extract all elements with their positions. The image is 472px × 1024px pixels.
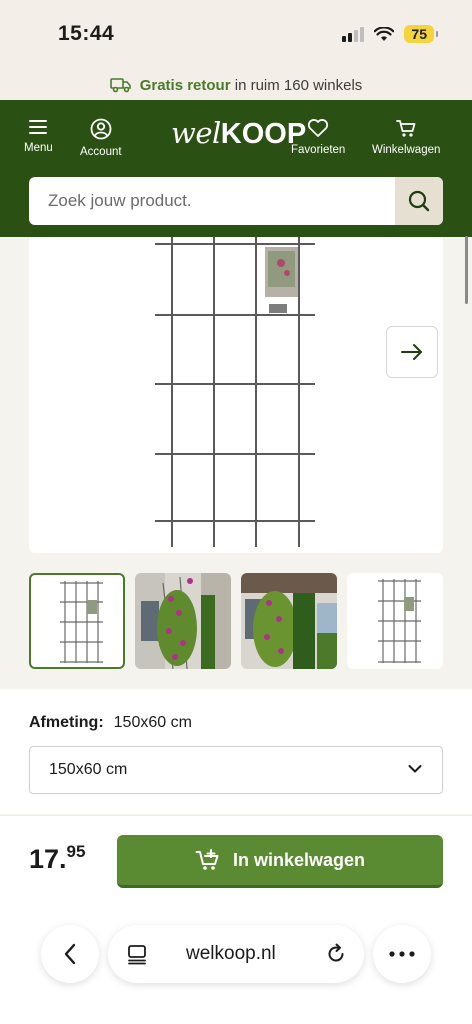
reload-icon[interactable] bbox=[324, 942, 348, 966]
size-value: 150x60 cm bbox=[113, 714, 192, 731]
status-time: 15:44 bbox=[58, 22, 115, 45]
status-bar: 15:44 75 bbox=[0, 0, 472, 70]
search-bar bbox=[29, 177, 443, 225]
address-bar[interactable]: welkoop.nl bbox=[108, 925, 364, 983]
product-options: Afmeting: 150x60 cm 150x60 cm bbox=[0, 689, 472, 814]
battery-indicator: 75 bbox=[404, 25, 438, 43]
more-icon bbox=[389, 951, 415, 957]
account-icon bbox=[90, 118, 112, 140]
thumbnail-4[interactable] bbox=[347, 573, 443, 669]
price-main: 17. bbox=[29, 844, 67, 874]
price-cents: 95 bbox=[66, 842, 86, 861]
thumbnail-3[interactable] bbox=[241, 573, 337, 669]
search-button[interactable] bbox=[395, 177, 443, 225]
wifi-icon bbox=[374, 26, 395, 41]
promo-text: in ruim 160 winkels bbox=[234, 76, 363, 94]
product-image-gallery[interactable] bbox=[29, 237, 443, 553]
chevron-down-icon bbox=[408, 765, 422, 773]
size-label-row: Afmeting: 150x60 cm bbox=[29, 714, 192, 732]
scroll-indicator bbox=[465, 236, 468, 304]
thumbnail-2[interactable] bbox=[135, 573, 231, 669]
url-text: welkoop.nl bbox=[186, 943, 276, 964]
product-image bbox=[155, 237, 315, 547]
add-to-cart-button[interactable]: In winkelwagen bbox=[117, 835, 443, 888]
account-button[interactable]: Account bbox=[80, 118, 122, 158]
favorites-button[interactable]: Favorieten bbox=[291, 118, 345, 156]
menu-button[interactable]: Menu bbox=[24, 118, 53, 154]
search-icon bbox=[408, 190, 430, 212]
menu-icon bbox=[29, 120, 48, 134]
thumbnail-strip bbox=[29, 573, 443, 669]
thumbnail-1[interactable] bbox=[29, 573, 125, 669]
status-icons: 75 bbox=[342, 25, 438, 43]
arrow-right-icon bbox=[401, 344, 422, 360]
promo-highlight: Gratis retour bbox=[139, 76, 231, 94]
search-input[interactable] bbox=[29, 177, 395, 225]
signal-icon bbox=[342, 26, 365, 42]
size-select[interactable]: 150x60 cm bbox=[29, 746, 443, 794]
buy-bar: 17.95 In winkelwagen bbox=[0, 815, 472, 1024]
delivery-truck-icon bbox=[109, 78, 131, 93]
favorites-label: Favorieten bbox=[291, 144, 346, 156]
heart-icon bbox=[308, 119, 329, 137]
add-to-cart-icon bbox=[195, 849, 219, 870]
tab-overview-icon bbox=[128, 945, 146, 965]
size-label: Afmeting: bbox=[29, 714, 104, 731]
promo-bar: Gratis retour in ruim 160 winkels bbox=[0, 70, 472, 100]
back-button[interactable] bbox=[41, 925, 99, 983]
chevron-left-icon bbox=[64, 943, 76, 965]
cart-label: Winkelwagen bbox=[372, 144, 441, 156]
size-select-value: 150x60 cm bbox=[49, 761, 128, 778]
account-label: Account bbox=[80, 146, 122, 158]
welkoop-logo[interactable]: welKOOP bbox=[171, 116, 306, 151]
cart-icon bbox=[396, 120, 416, 137]
next-image-button[interactable] bbox=[386, 326, 438, 378]
add-to-cart-label: In winkelwagen bbox=[232, 849, 366, 870]
price: 17.95 bbox=[29, 842, 85, 875]
more-options-button[interactable] bbox=[373, 925, 431, 983]
cart-button[interactable]: Winkelwagen bbox=[372, 118, 440, 156]
menu-label: Menu bbox=[24, 142, 53, 154]
browser-toolbar: welkoop.nl bbox=[0, 925, 472, 985]
